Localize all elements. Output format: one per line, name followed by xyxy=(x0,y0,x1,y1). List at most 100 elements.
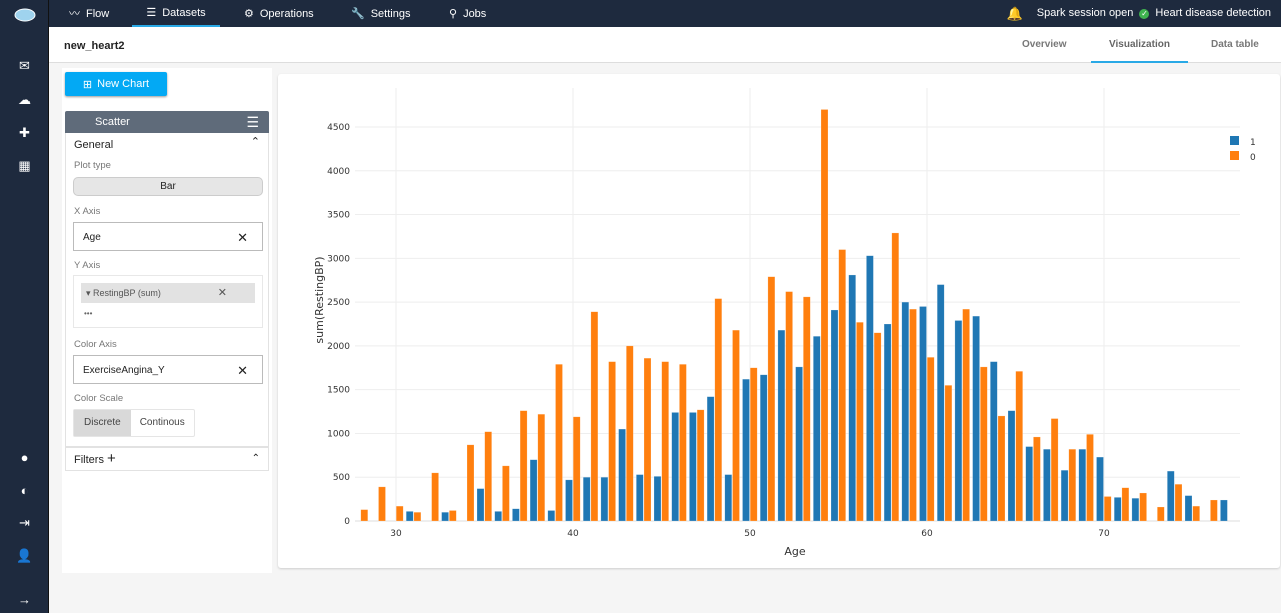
list-icon: ☰ xyxy=(146,6,157,19)
bar-0-age-69 xyxy=(1086,434,1094,522)
project-name[interactable]: Heart disease detection xyxy=(1155,1,1271,26)
filters-section[interactable]: Filters + ⌃ xyxy=(65,447,269,471)
bar-1-age-75 xyxy=(1184,495,1193,522)
bar-1-age-72 xyxy=(1131,497,1140,522)
bar-0-age-71 xyxy=(1121,487,1130,522)
bar-1-age-71 xyxy=(1113,497,1122,522)
nav-operations[interactable]: ⚙ Operations xyxy=(244,0,314,27)
y-axis-field: ▾ RestingBP (sum) ✕ ••• xyxy=(73,275,263,328)
bar-0-age-55 xyxy=(838,249,846,522)
y-tick-label: 1500 xyxy=(327,386,350,396)
y-tick-label: 4000 xyxy=(327,167,350,177)
bar-0-age-52 xyxy=(785,291,793,522)
inbox-icon[interactable]: ✉ xyxy=(0,58,49,74)
plot-type-select[interactable]: Bar xyxy=(73,177,263,196)
bar-0-age-66 xyxy=(1033,436,1041,522)
collapse-icon[interactable]: ⌃ xyxy=(252,448,260,470)
bar-1-age-67 xyxy=(1043,448,1051,522)
menu-icon[interactable]: ☰ xyxy=(246,111,259,133)
bar-0-age-67 xyxy=(1050,418,1059,522)
bar-0-age-68 xyxy=(1068,448,1077,522)
bar-0-age-46 xyxy=(679,364,687,522)
nav-flow[interactable]: 〰 Flow xyxy=(69,0,109,27)
continuous-option[interactable]: Continous xyxy=(131,410,194,436)
plot-type-label: Plot type xyxy=(74,160,111,171)
bar-0-age-54 xyxy=(820,109,829,522)
color-axis-field[interactable]: ExerciseAngina_Y ✕ xyxy=(73,355,263,384)
bar-1-age-43 xyxy=(618,428,626,522)
bar-0-age-53 xyxy=(803,296,811,522)
x-axis-label: X Axis xyxy=(74,206,101,217)
wrench-icon: 🔧 xyxy=(351,7,365,20)
bar-0-age-56 xyxy=(856,321,864,522)
bar-0-age-38 xyxy=(537,413,546,522)
bar-1-age-70 xyxy=(1096,456,1104,522)
bar-0-age-73 xyxy=(1157,506,1165,522)
cloud-upload-icon[interactable]: ☁ xyxy=(0,92,49,108)
bar-0-age-32 xyxy=(431,472,439,522)
bar-0-age-30 xyxy=(395,505,404,522)
bar-0-age-48 xyxy=(714,298,723,522)
chart-config-panel: ⊞ New Chart Scatter ☰ General ⌃ Plot type … xyxy=(62,68,272,573)
nav-settings[interactable]: 🔧 Settings xyxy=(351,0,410,27)
puzzle-icon[interactable]: ✚ xyxy=(0,125,49,141)
bar-1-age-45 xyxy=(653,476,662,522)
clear-icon[interactable]: ✕ xyxy=(218,283,227,303)
bar-1-age-54 xyxy=(813,336,821,522)
bar-0-age-45 xyxy=(661,361,669,522)
bar-0-age-34 xyxy=(466,444,475,522)
shield-icon[interactable]: ● xyxy=(0,450,49,465)
new-chart-button[interactable]: ⊞ New Chart xyxy=(65,72,167,96)
clear-icon[interactable]: ✕ xyxy=(237,223,248,252)
contrast-icon[interactable]: ◐ xyxy=(0,483,49,498)
y-tick-label: 1000 xyxy=(327,429,350,439)
dataset-header: new_heart2 Overview Visualization Data t… xyxy=(49,27,1281,63)
tab-visualization[interactable]: Visualization xyxy=(1091,39,1188,63)
bell-icon[interactable]: 🔔 xyxy=(1007,1,1023,26)
discrete-option[interactable]: Discrete xyxy=(74,410,131,436)
x-axis-field[interactable]: Age ✕ xyxy=(73,222,263,251)
y-tick-label: 0 xyxy=(344,517,350,527)
general-section: General ⌃ Plot type Bar X Axis Age ✕ Y Ax… xyxy=(65,133,269,447)
bar-1-age-38 xyxy=(529,459,538,522)
bar-0-age-57 xyxy=(873,332,882,522)
collapse-icon[interactable]: ⌃ xyxy=(251,135,260,148)
more-icon[interactable]: ••• xyxy=(84,309,92,318)
color-axis-label: Color Axis xyxy=(74,339,117,350)
bar-0-age-64 xyxy=(997,415,1006,522)
bar-1-age-52 xyxy=(777,329,786,522)
nav-datasets[interactable]: ☰ Datasets xyxy=(132,0,220,27)
nav-jobs[interactable]: ⚲ Jobs xyxy=(449,0,486,27)
bar-0-age-35 xyxy=(484,431,492,522)
chart-icon[interactable]: ▦ xyxy=(0,158,49,174)
bar-0-age-43 xyxy=(626,345,634,522)
bar-1-age-51 xyxy=(759,374,768,522)
general-heading[interactable]: General xyxy=(74,139,113,151)
expand-arrow-icon[interactable]: → xyxy=(0,592,49,607)
bar-1-age-35 xyxy=(476,488,485,522)
y-axis-chip[interactable]: ▾ RestingBP (sum) ✕ xyxy=(81,283,255,303)
bar-1-age-59 xyxy=(901,301,910,522)
plus-icon[interactable]: + xyxy=(107,450,116,467)
logo-icon xyxy=(0,8,49,25)
bar-chart: 05001000150020002500300035004000450030 40… xyxy=(313,88,1256,558)
bar-0-age-75 xyxy=(1192,505,1200,522)
dataset-title: new_heart2 xyxy=(64,40,125,52)
tab-overview[interactable]: Overview xyxy=(1022,39,1066,50)
user-icon[interactable]: 👤 xyxy=(0,548,49,564)
login-icon[interactable]: ⇥ xyxy=(0,515,49,531)
bar-0-age-37 xyxy=(519,410,528,522)
chart-kind-header: Scatter ☰ xyxy=(65,111,269,133)
clear-icon[interactable]: ✕ xyxy=(237,356,248,385)
bar-1-age-74 xyxy=(1167,470,1175,522)
y-tick-label: 500 xyxy=(333,473,350,483)
bar-0-age-31 xyxy=(413,511,422,522)
bar-0-age-65 xyxy=(1015,371,1023,522)
jobs-icon: ⚲ xyxy=(449,7,458,20)
bar-1-age-53 xyxy=(795,366,803,522)
bar-1-age-55 xyxy=(830,309,839,522)
x-tick-label: 40 xyxy=(567,529,579,539)
tab-data-table[interactable]: Data table xyxy=(1211,39,1259,50)
bar-1-age-65 xyxy=(1007,410,1016,522)
legend-label-0: 0 xyxy=(1250,153,1256,163)
